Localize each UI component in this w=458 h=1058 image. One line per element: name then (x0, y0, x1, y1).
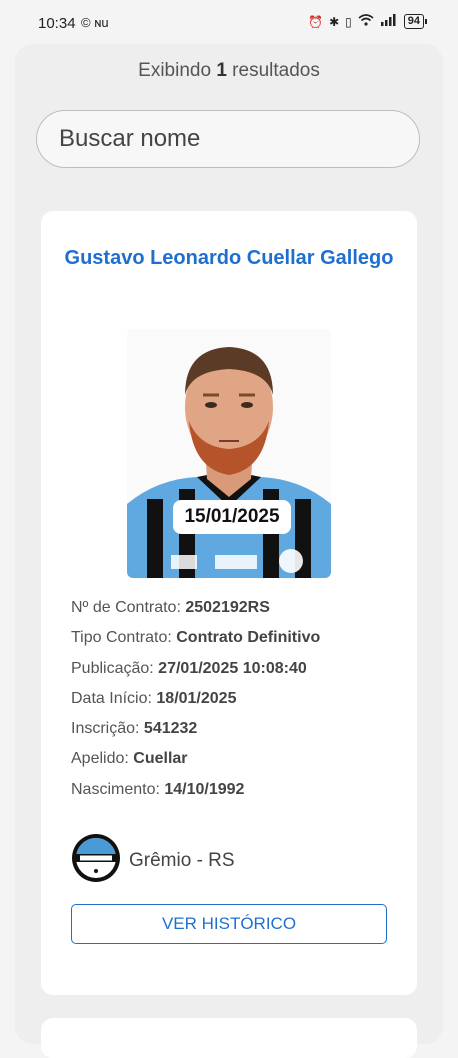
field-publication: Publicação: 27/01/2025 10:08:40 (71, 659, 307, 677)
field-registration: Inscrição: 541232 (71, 720, 198, 738)
notification-icons: © ɴu (81, 15, 109, 30)
athlete-name: Gustavo Leonardo Cuellar Gallego (64, 247, 394, 269)
status-time: 10:34 (38, 15, 76, 32)
field-contract-type: Tipo Contrato: Contrato Definitivo (71, 629, 321, 647)
field-birth-date: Nascimento: 14/10/1992 (71, 780, 245, 798)
results-number: 1 (216, 60, 227, 81)
results-prefix: Exibindo (138, 60, 212, 81)
signal-icon (380, 14, 398, 29)
photo-date-badge: 15/01/2025 (173, 500, 291, 534)
athlete-card: Gustavo Leonardo Cuellar Gallego 15/01/2… (41, 211, 417, 995)
field-start-date: Data Início: 18/01/2025 (71, 689, 237, 707)
next-card (41, 1018, 417, 1058)
wifi-icon (358, 14, 374, 29)
alarm-icon: ⏰ (308, 14, 324, 29)
results-suffix: resultados (232, 60, 320, 81)
system-icons: ⏰ ✱ ▯ 94 (308, 14, 428, 29)
history-button[interactable]: VER HISTÓRICO (71, 904, 387, 944)
club-row: Grêmio - RS (71, 833, 235, 888)
field-contract-number: Nº de Contrato: 2502192RS (71, 599, 270, 616)
vibrate-icon: ▯ (345, 14, 352, 29)
club-crest-icon (71, 833, 121, 888)
status-bar: 10:34 © ɴu ⏰ ✱ ▯ 94 (0, 0, 458, 44)
search-input[interactable]: Buscar nome (36, 110, 420, 168)
field-nickname: Apelido: Cuellar (71, 750, 188, 768)
battery-icon: 94 (403, 14, 428, 29)
contract-details: Nº de Contrato: 2502192RS Tipo Contrato:… (71, 593, 401, 805)
athlete-photo (127, 329, 331, 578)
club-name: Grêmio - RS (129, 849, 235, 871)
bluetooth-icon: ✱ (329, 14, 340, 29)
results-count: Exibindo 1 resultados (0, 60, 458, 82)
search-placeholder: Buscar nome (59, 125, 201, 152)
